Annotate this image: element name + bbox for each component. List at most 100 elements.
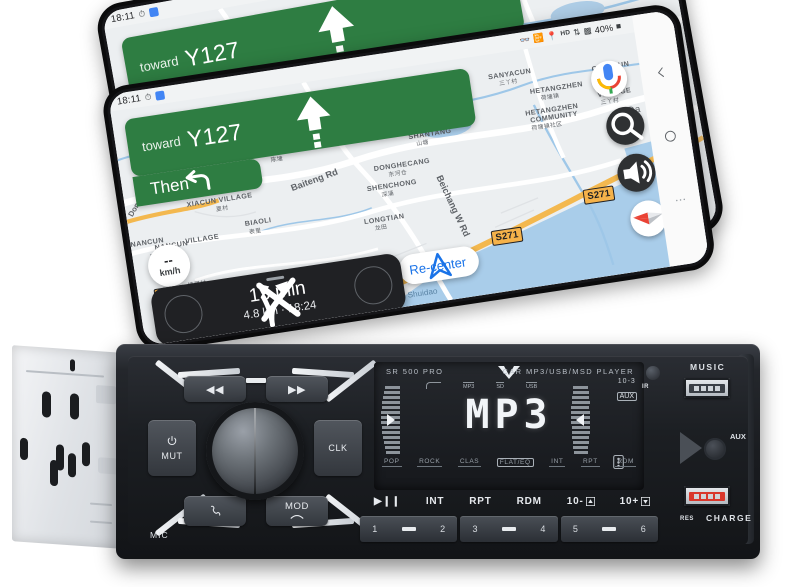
preset-divider-bar (602, 527, 617, 531)
aux-label: AUX (730, 432, 746, 441)
intro-button[interactable]: INT (426, 496, 445, 507)
usb-contacts-charge (689, 491, 725, 501)
preset-button-3-4[interactable]: 3 4 (460, 516, 558, 542)
data-icon: ⇅ (572, 26, 582, 38)
preset-4-label: 4 (540, 524, 546, 534)
search-button[interactable] (603, 104, 647, 148)
signal-icon: ▩ (582, 25, 593, 37)
seek-forward-10-button[interactable]: 10+ (620, 496, 650, 507)
app-badge-icon (148, 6, 160, 18)
charge-port-label: CHARGE (706, 513, 753, 523)
folder-indicator (426, 382, 441, 389)
usb-indicator: USB (525, 382, 538, 390)
eq-clas: CLAS (457, 458, 482, 467)
eq-mode-row: POP ROCK CLAS FLAT/EQ INT RPT RDM (382, 458, 636, 467)
preset-3-label: 3 (472, 524, 478, 534)
preset-button-1-2[interactable]: 1 2 (360, 516, 458, 542)
next-track-label: ▶▶ (287, 383, 307, 396)
app-badge-icon (154, 90, 166, 101)
preset-divider-bar (401, 527, 416, 531)
preset-2-label: 2 (440, 524, 446, 534)
mp3-indicator: MP3 (463, 382, 475, 390)
glasses-icon: 👓 (518, 34, 532, 46)
alarm-icon: ⏱ (137, 8, 147, 20)
clock-label: CLK (328, 443, 348, 453)
model-label: SR 500 PRO (386, 367, 444, 376)
mode-rdm: RDM (615, 458, 636, 467)
phone-front-map[interactable]: XIACUN VILLAGE 夏村 NANCUN 南村 VILLAGE NANC… (110, 26, 710, 347)
stereo-body: ◀◀ ▶▶ MUT CLK MOD MIC SR 500 PRO CAR MP3… (116, 344, 760, 559)
type-label: CAR MP3/USB/MSD PLAYER (502, 367, 634, 376)
chevron-up-icon (585, 497, 595, 506)
prev-track-button[interactable]: ◀◀ (184, 376, 246, 402)
screenshot-stage: 18:11 ⏱ 👓 📴 📍 ☰ (0, 0, 786, 587)
alarm-icon: ⏱ (144, 91, 153, 103)
battery-icon: ■ (615, 20, 623, 32)
recents-icon (675, 198, 685, 201)
play-pause-button[interactable]: ▶❙❙ (374, 496, 401, 507)
seek-back-10-button[interactable]: 10- (567, 496, 595, 507)
volume-knob[interactable] (206, 402, 304, 500)
eq-rock: ROCK (417, 458, 443, 467)
voice-search-button[interactable] (588, 58, 630, 100)
home-button[interactable] (662, 128, 679, 149)
back-button[interactable] (653, 65, 669, 85)
clock-button[interactable]: CLK (314, 420, 362, 476)
aux-source-badge: AUX (616, 392, 637, 401)
call-button[interactable] (184, 496, 246, 526)
preset-divider-bar (501, 527, 516, 531)
preset-button-row: 1 2 3 4 5 6 (360, 516, 658, 542)
preset-6-label: 6 (640, 524, 646, 534)
microphone-label: MIC (150, 530, 169, 540)
microphone-icon (597, 63, 621, 94)
speed-unit: km/h (158, 264, 182, 278)
eq-pop: POP (382, 458, 402, 467)
seek-forward-10-label: 10+ (619, 496, 639, 507)
phone-answer-icon (210, 505, 221, 516)
ir-label: IR (642, 384, 649, 390)
speaker-icon (623, 160, 653, 184)
power-mute-button[interactable]: MUT (148, 420, 196, 476)
magnifier-icon (611, 112, 644, 140)
back-chevron-icon (657, 66, 664, 77)
charge-usb-port[interactable] (684, 486, 730, 506)
battery-percent: 40% (593, 22, 614, 35)
function-button-row: ▶❙❙ INT RPT RDM 10- 10+ (374, 496, 650, 507)
seek-back-10-label: 10- (566, 496, 584, 507)
eject-wedge (680, 432, 702, 464)
hd-icon: HD (560, 29, 571, 38)
chevron-down-icon (640, 497, 650, 506)
mute-label: MUT (161, 451, 183, 461)
volume-button[interactable] (614, 151, 659, 195)
music-usb-port[interactable] (684, 378, 730, 398)
control-cluster: ◀◀ ▶▶ MUT CLK MOD MIC (142, 359, 378, 540)
home-circle-icon (664, 130, 676, 142)
status-time: 18:11 (110, 10, 136, 26)
sd-indicator: SD (496, 382, 504, 390)
preset-button-5-6[interactable]: 5 6 (560, 516, 658, 542)
vibrate-icon: 📴 (532, 32, 545, 44)
car-stereo-head-unit: ◀◀ ▶▶ MUT CLK MOD MIC SR 500 PRO CAR MP3… (8, 338, 768, 581)
random-button[interactable]: RDM (517, 496, 542, 507)
ir-sensor (646, 366, 660, 380)
speed-value: -- (162, 251, 174, 268)
mode-label: MOD (285, 501, 309, 512)
alternate-routes-button[interactable] (256, 263, 395, 328)
power-icon (167, 436, 177, 445)
repeat-button[interactable]: RPT (469, 496, 491, 507)
next-track-button[interactable]: ▶▶ (266, 376, 328, 402)
preset-1-label: 1 (372, 524, 378, 534)
music-port-label: MUSIC (690, 362, 726, 372)
mode-button[interactable]: MOD (266, 496, 328, 526)
reset-label: RES (680, 516, 694, 522)
lcd-display: SR 500 PRO CAR MP3/USB/MSD PLAYER MP3 SD… (374, 362, 644, 490)
usb-contacts (689, 383, 725, 393)
recents-button[interactable] (673, 192, 689, 212)
display-main-text: MP3 (465, 392, 553, 438)
mode-int: INT (549, 458, 566, 467)
eq-flat: FLAT/EQ (496, 458, 534, 467)
port-panel: IR MUSIC AUX RES CHARGE (642, 360, 766, 550)
channel-number: 10-3 (617, 378, 636, 385)
phone-hangup-icon (290, 514, 304, 519)
aux-jack[interactable] (704, 438, 726, 460)
